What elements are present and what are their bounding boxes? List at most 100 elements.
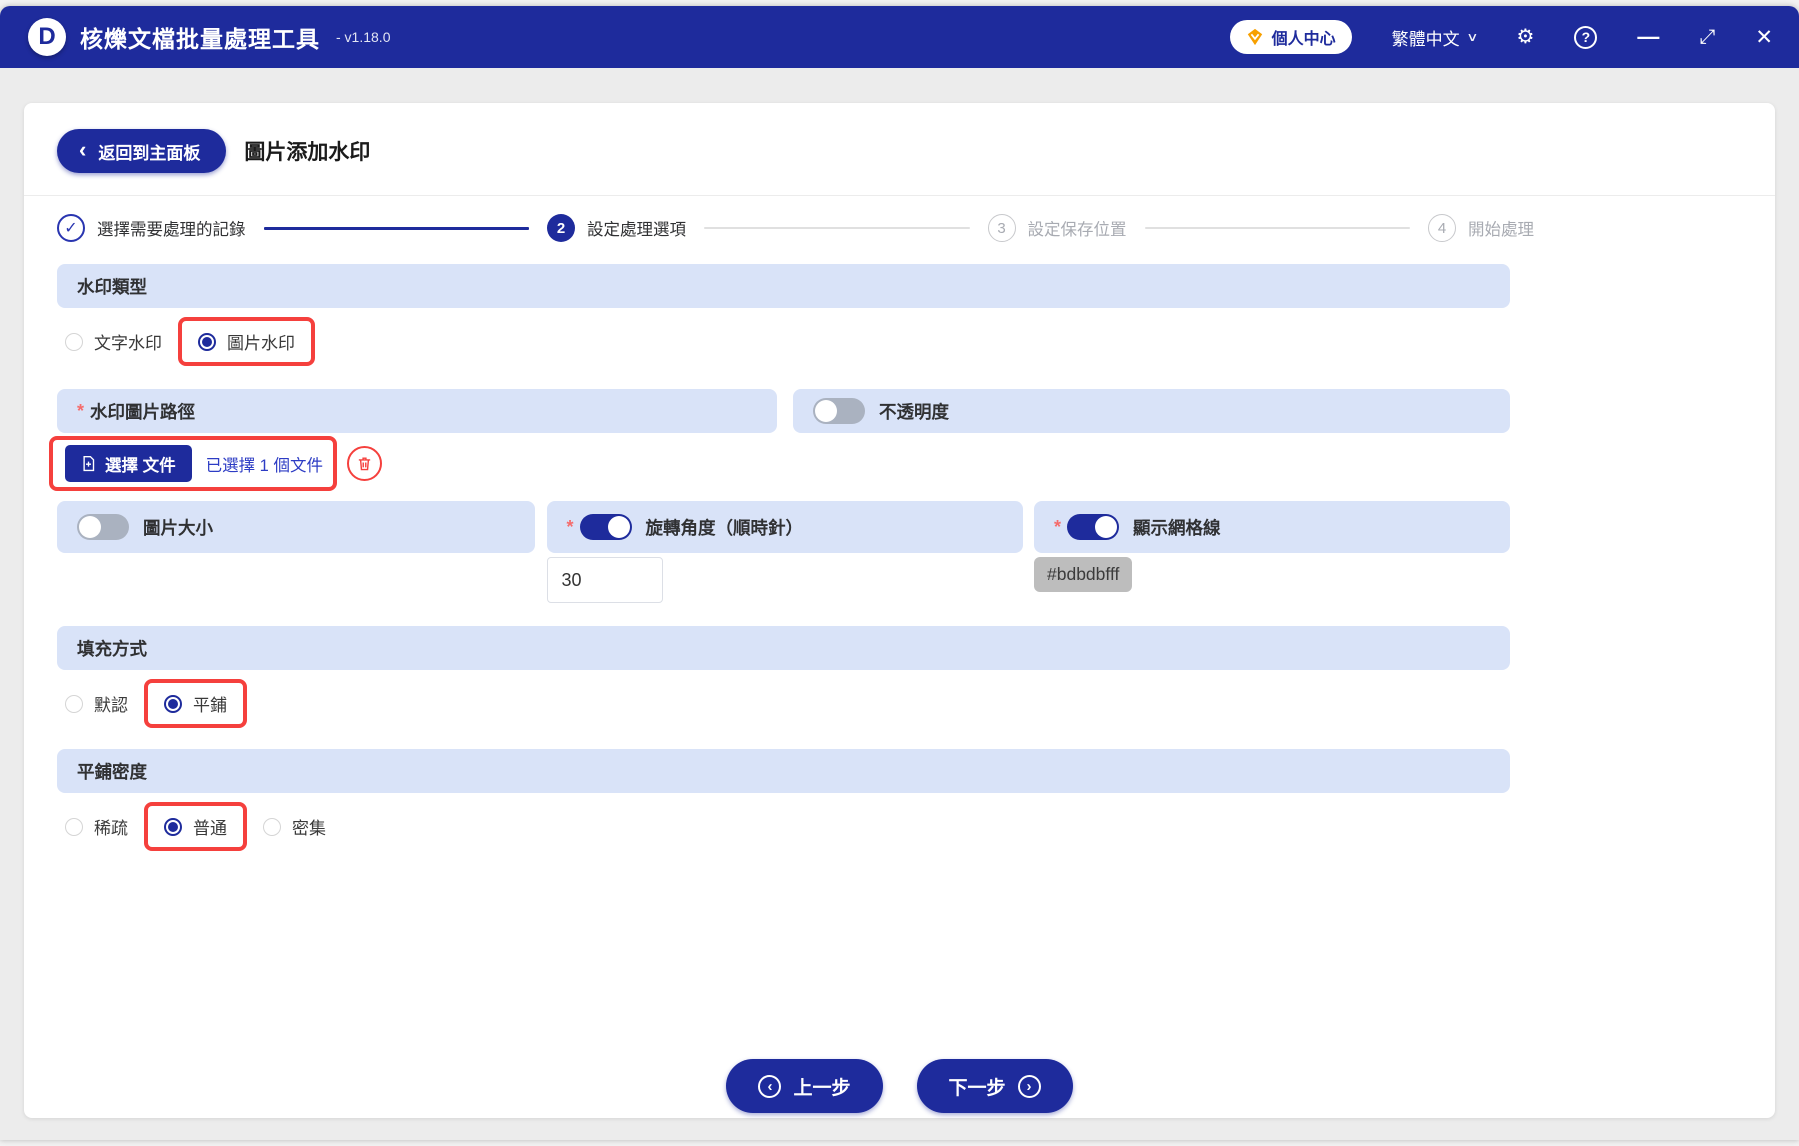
radio-density-dense[interactable]: 密集 [263, 814, 326, 839]
radio-circle-icon [164, 817, 182, 836]
opacity-card: 不透明度 [793, 389, 1510, 433]
language-selector[interactable]: 繁體中文 ∨ [1391, 25, 1479, 50]
tile-density-title: 平鋪密度 [77, 761, 147, 782]
rotation-angle-input[interactable] [546, 557, 663, 603]
maximize-button[interactable]: ⤢ [1699, 27, 1715, 47]
radio-density-sparse[interactable]: 稀疏 [65, 814, 128, 839]
toggle-cards-row: 圖片大小 * 旋轉角度（順時針） * 顯示網格線 [57, 501, 1510, 603]
page-title: 圖片添加水印 [244, 141, 371, 164]
minimize-button[interactable]: — [1637, 26, 1659, 48]
help-question-glyph: ? [1574, 25, 1598, 49]
choose-file-button[interactable]: 選擇 文件 [65, 445, 192, 482]
rotation-card: * 旋轉角度（順時針） [546, 501, 1023, 553]
language-label: 繁體中文 [1391, 29, 1460, 49]
highlight-box-file-selection: 選擇 文件 已選擇 1 個文件 [49, 436, 337, 491]
rotation-column: * 旋轉角度（順時針） [546, 501, 1023, 603]
radio-image-watermark[interactable]: 圖片水印 [198, 329, 295, 354]
highlight-box-tile: 平鋪 [144, 679, 247, 728]
rotation-toggle[interactable] [579, 514, 632, 540]
app-window: D 核爍文檔批量處理工具 - v1.18.0 個人中心 繁體中文 ∨ ⚙ ? — [0, 6, 1799, 1140]
radio-fill-default[interactable]: 默認 [65, 691, 128, 716]
required-asterisk: * [566, 516, 574, 537]
step-4-label: 開始處理 [1468, 221, 1534, 239]
image-size-column: 圖片大小 [57, 501, 535, 603]
image-size-label: 圖片大小 [143, 517, 213, 538]
radio-image-watermark-label: 圖片水印 [227, 334, 295, 353]
page-header: ‹ 返回到主面板 圖片添加水印 [24, 103, 1775, 196]
step-4-start-processing: 4 開始處理 [1428, 214, 1534, 242]
app-version: - v1.18.0 [336, 29, 391, 45]
choose-file-label: 選擇 文件 [105, 456, 176, 475]
close-button[interactable]: ✕ [1755, 27, 1773, 48]
user-center-label: 個人中心 [1271, 31, 1336, 48]
radio-fill-tile-label: 平鋪 [193, 696, 227, 715]
radio-circle-icon [65, 332, 83, 351]
help-icon[interactable]: ? [1574, 25, 1598, 49]
tile-density-section-header: 平鋪密度 [57, 749, 1510, 793]
step-2-processing-options: 2 設定處理選項 [547, 214, 686, 242]
gridline-label: 顯示網格線 [1133, 517, 1221, 538]
back-button-label: 返回到主面板 [98, 143, 201, 163]
app-logo-letter: D [38, 23, 56, 50]
step-connector [704, 227, 970, 229]
watermark-type-section-header: 水印類型 [57, 264, 1510, 308]
gridline-toggle[interactable] [1067, 514, 1120, 540]
step-1-select-records: ✓ 選擇需要處理的記錄 [57, 214, 246, 242]
app-title: 核爍文檔批量處理工具 [80, 26, 320, 52]
step-2-number: 2 [547, 214, 575, 242]
next-step-button[interactable]: 下一步 › [916, 1059, 1073, 1113]
app-logo-icon: D [28, 18, 66, 56]
step-1-label: 選擇需要處理的記錄 [97, 221, 246, 239]
chevron-down-icon: ∨ [1465, 30, 1479, 44]
step-2-label: 設定處理選項 [587, 221, 686, 239]
previous-step-button[interactable]: ‹ 上一步 [726, 1059, 883, 1113]
delete-file-button[interactable] [346, 446, 382, 481]
user-center-button[interactable]: 個人中心 [1229, 20, 1352, 54]
tile-density-options: 稀疏 普通 密集 [57, 793, 1567, 860]
previous-step-label: 上一步 [793, 1077, 851, 1099]
watermark-image-path-header: * 水印圖片路徑 [57, 389, 777, 433]
next-step-label: 下一步 [948, 1077, 1006, 1099]
file-selection-row: 選擇 文件 已選擇 1 個文件 [49, 436, 1567, 491]
titlebar: D 核爍文檔批量處理工具 - v1.18.0 個人中心 繁體中文 ∨ ⚙ ? — [0, 6, 1799, 68]
step-indicator: ✓ 選擇需要處理的記錄 2 設定處理選項 3 設定保存位置 4 開始處理 [24, 196, 1567, 260]
gridline-card: * 顯示網格線 [1034, 501, 1510, 553]
file-plus-icon [83, 455, 95, 472]
step-3-save-location: 3 設定保存位置 [987, 214, 1127, 242]
required-asterisk: * [1054, 516, 1062, 537]
radio-density-normal[interactable]: 普通 [164, 814, 227, 839]
back-to-dashboard-button[interactable]: ‹ 返回到主面板 [57, 129, 227, 173]
titlebar-right: 個人中心 繁體中文 ∨ ⚙ ? — ⤢ ✕ [1229, 20, 1773, 54]
vip-gem-icon [1247, 28, 1262, 46]
gridline-color-value[interactable]: #bdbdbfff [1034, 557, 1133, 592]
settings-form: 水印類型 文字水印 圖片水印 * 水印圖片路徑 不透明度 選擇 文件 已選擇 1… [24, 260, 1567, 860]
step-4-number: 4 [1428, 214, 1456, 242]
radio-density-sparse-label: 稀疏 [94, 819, 128, 838]
wizard-footer: ‹ 上一步 下一步 › [24, 1059, 1775, 1113]
radio-density-normal-label: 普通 [193, 819, 227, 838]
fill-mode-options: 默認 平鋪 [57, 670, 1567, 737]
titlebar-left: D 核爍文檔批量處理工具 - v1.18.0 [28, 18, 390, 56]
opacity-toggle[interactable] [813, 398, 865, 424]
radio-circle-icon [198, 332, 216, 351]
required-asterisk: * [77, 400, 85, 421]
image-size-toggle[interactable] [77, 514, 129, 540]
chevron-left-icon: ‹ [79, 137, 87, 162]
watermark-image-path-label: 水印圖片路徑 [90, 401, 196, 422]
fill-mode-title: 填充方式 [77, 638, 147, 659]
radio-text-watermark[interactable]: 文字水印 [65, 329, 162, 354]
opacity-label: 不透明度 [879, 401, 949, 422]
circle-chevron-right-icon: › [1017, 1074, 1041, 1098]
circle-chevron-left-icon: ‹ [758, 1074, 782, 1098]
radio-fill-tile[interactable]: 平鋪 [164, 691, 227, 716]
radio-circle-icon [263, 817, 281, 836]
rotation-label: 旋轉角度（順時針） [645, 517, 804, 538]
radio-circle-icon [164, 694, 182, 713]
highlight-box-image-watermark: 圖片水印 [178, 317, 315, 366]
path-opacity-row: * 水印圖片路徑 不透明度 [57, 389, 1510, 433]
selected-file-count: 已選擇 1 個文件 [205, 456, 323, 475]
settings-gear-icon[interactable]: ⚙ [1516, 27, 1534, 47]
radio-density-dense-label: 密集 [292, 819, 326, 838]
trash-icon [358, 457, 371, 471]
highlight-box-normal: 普通 [144, 802, 247, 851]
